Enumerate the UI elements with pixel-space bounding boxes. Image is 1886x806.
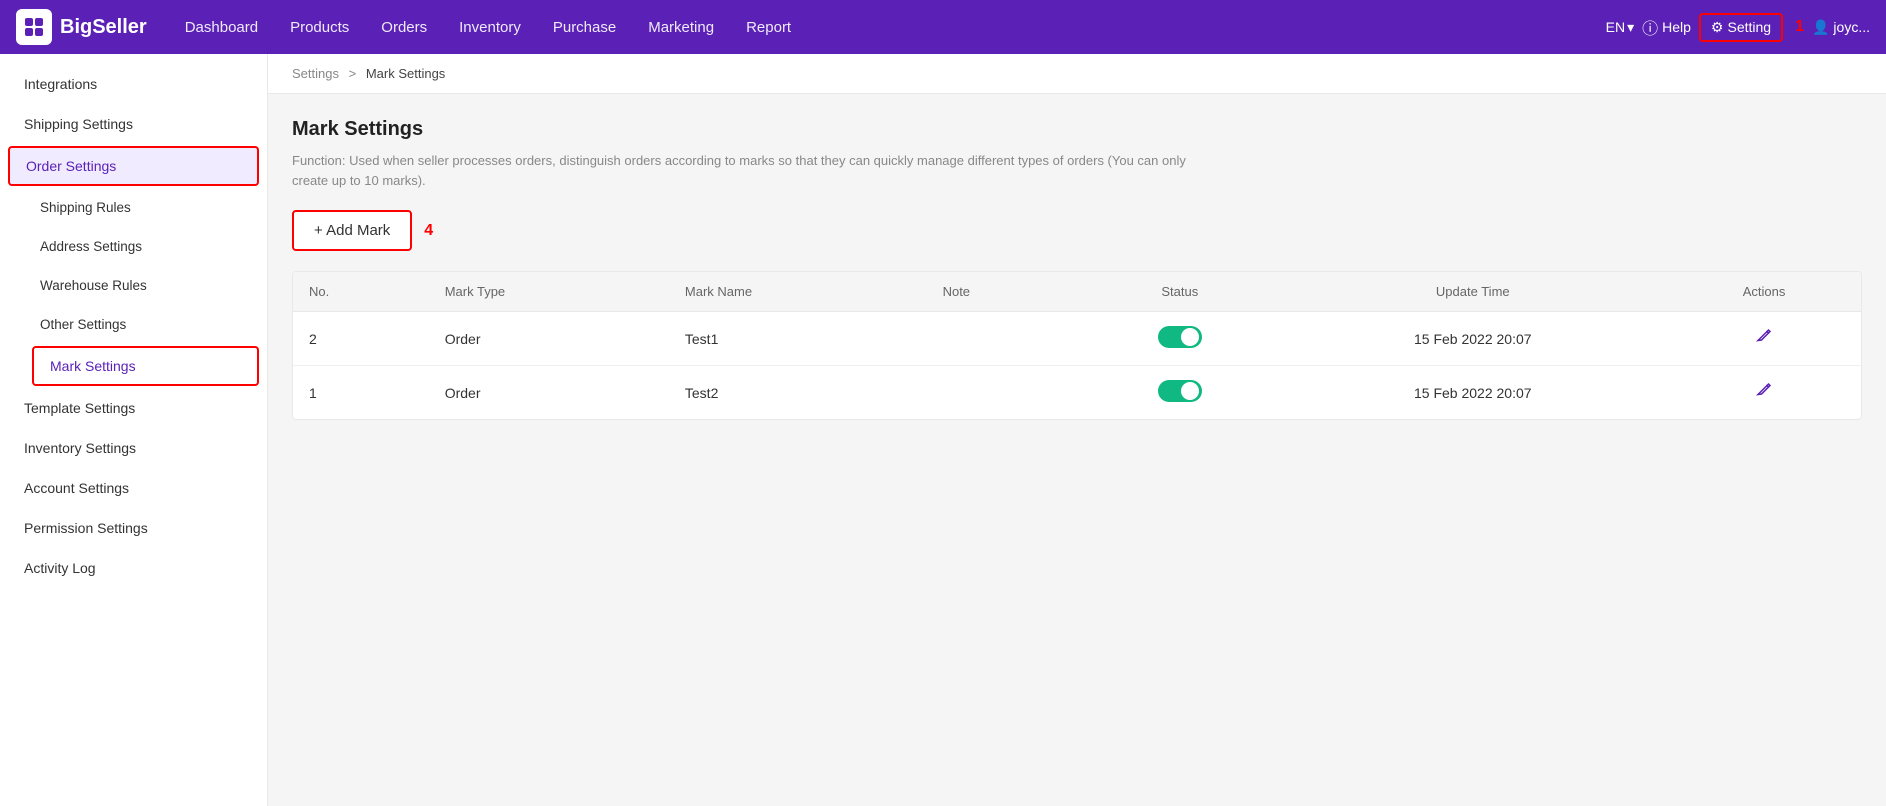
nav-report[interactable]: Report [732,13,805,42]
sidebar-item-mark-settings[interactable]: Mark Settings [32,346,259,386]
sidebar-item-activity-log[interactable]: Activity Log [0,548,267,588]
table-body: 2 Order Test1 15 Feb 2022 20:07 [293,312,1861,420]
table-row: 1 Order Test2 15 Feb 2022 20:07 [293,366,1861,420]
cell-no-2: 1 [293,366,429,420]
sidebar-item-shipping-rules[interactable]: Shipping Rules [0,188,267,227]
sidebar-item-shipping-settings[interactable]: Shipping Settings [0,104,267,144]
toggle-1[interactable] [1158,326,1202,348]
cell-note-1 [927,312,1082,366]
nav-inventory[interactable]: Inventory [445,13,535,42]
cell-status-2 [1081,366,1278,420]
cell-note-2 [927,366,1082,420]
sidebar-item-warehouse-rules[interactable]: Warehouse Rules [0,266,267,305]
annotation-1: 1 [1795,18,1804,36]
cell-mark-name-1: Test1 [669,312,927,366]
add-button-section: + Add Mark 4 [292,210,1862,251]
toggle-2[interactable] [1158,380,1202,402]
user-icon: 👤 [1812,19,1829,36]
cell-actions-2 [1667,366,1861,420]
col-update-time: Update Time [1279,272,1668,312]
nav-dashboard[interactable]: Dashboard [171,13,272,42]
topnav: BigSeller Dashboard Products Orders Inve… [0,0,1886,54]
brand-name: BigSeller [60,16,147,39]
table-row: 2 Order Test1 15 Feb 2022 20:07 [293,312,1861,366]
col-note: Note [927,272,1082,312]
help-button[interactable]: ⓘ Help [1642,15,1691,39]
annotation-4: 4 [424,222,433,240]
cell-actions-1 [1667,312,1861,366]
help-circle-icon: ⓘ [1642,15,1658,39]
col-mark-type: Mark Type [429,272,669,312]
breadcrumb: Settings > Mark Settings [268,54,1886,94]
add-mark-button[interactable]: + Add Mark [292,210,412,251]
edit-icon-1[interactable] [1755,332,1773,349]
cell-mark-name-2: Test2 [669,366,927,420]
nav-right-section: EN ▾ ⓘ Help ⚙ Setting 1 👤 joyc... [1606,13,1870,42]
page-content: Mark Settings Function: Used when seller… [268,94,1886,444]
cell-update-time-2: 15 Feb 2022 20:07 [1279,366,1668,420]
col-status: Status [1081,272,1278,312]
sidebar: Integrations Shipping Settings Order Set… [0,54,268,806]
edit-icon-2[interactable] [1755,386,1773,403]
nav-products[interactable]: Products [276,13,363,42]
nav-marketing[interactable]: Marketing [634,13,728,42]
col-mark-name: Mark Name [669,272,927,312]
sidebar-item-order-settings[interactable]: Order Settings [8,146,259,186]
user-menu[interactable]: 👤 joyc... [1812,19,1870,36]
breadcrumb-separator: > [349,66,357,81]
sidebar-item-integrations[interactable]: Integrations [0,64,267,104]
sidebar-item-permission-settings[interactable]: Permission Settings [0,508,267,548]
brand-logo[interactable]: BigSeller [16,9,147,45]
breadcrumb-parent[interactable]: Settings [292,66,339,81]
language-selector[interactable]: EN ▾ [1606,19,1634,36]
nav-orders[interactable]: Orders [367,13,441,42]
app-layout: Integrations Shipping Settings Order Set… [0,54,1886,806]
main-content: Settings > Mark Settings Mark Settings F… [268,54,1886,806]
sidebar-item-inventory-settings[interactable]: Inventory Settings [0,428,267,468]
cell-status-1 [1081,312,1278,366]
cell-mark-type-1: Order [429,312,669,366]
sidebar-item-account-settings[interactable]: Account Settings [0,468,267,508]
marks-table: No. Mark Type Mark Name Note Status Upda… [293,272,1861,419]
sidebar-item-template-settings[interactable]: Template Settings [0,388,267,428]
table-header: No. Mark Type Mark Name Note Status Upda… [293,272,1861,312]
cell-no-1: 2 [293,312,429,366]
col-actions: Actions [1667,272,1861,312]
page-description: Function: Used when seller processes ord… [292,151,1192,190]
col-no: No. [293,272,429,312]
sidebar-item-other-settings[interactable]: Other Settings [0,305,267,344]
logo-icon [16,9,52,45]
cell-mark-type-2: Order [429,366,669,420]
gear-icon: ⚙ [1711,19,1724,36]
page-title: Mark Settings [292,118,1862,141]
sidebar-item-address-settings[interactable]: Address Settings [0,227,267,266]
breadcrumb-current: Mark Settings [366,66,445,81]
nav-purchase[interactable]: Purchase [539,13,630,42]
setting-button[interactable]: ⚙ Setting [1699,13,1783,42]
marks-table-container: No. Mark Type Mark Name Note Status Upda… [292,271,1862,420]
cell-update-time-1: 15 Feb 2022 20:07 [1279,312,1668,366]
